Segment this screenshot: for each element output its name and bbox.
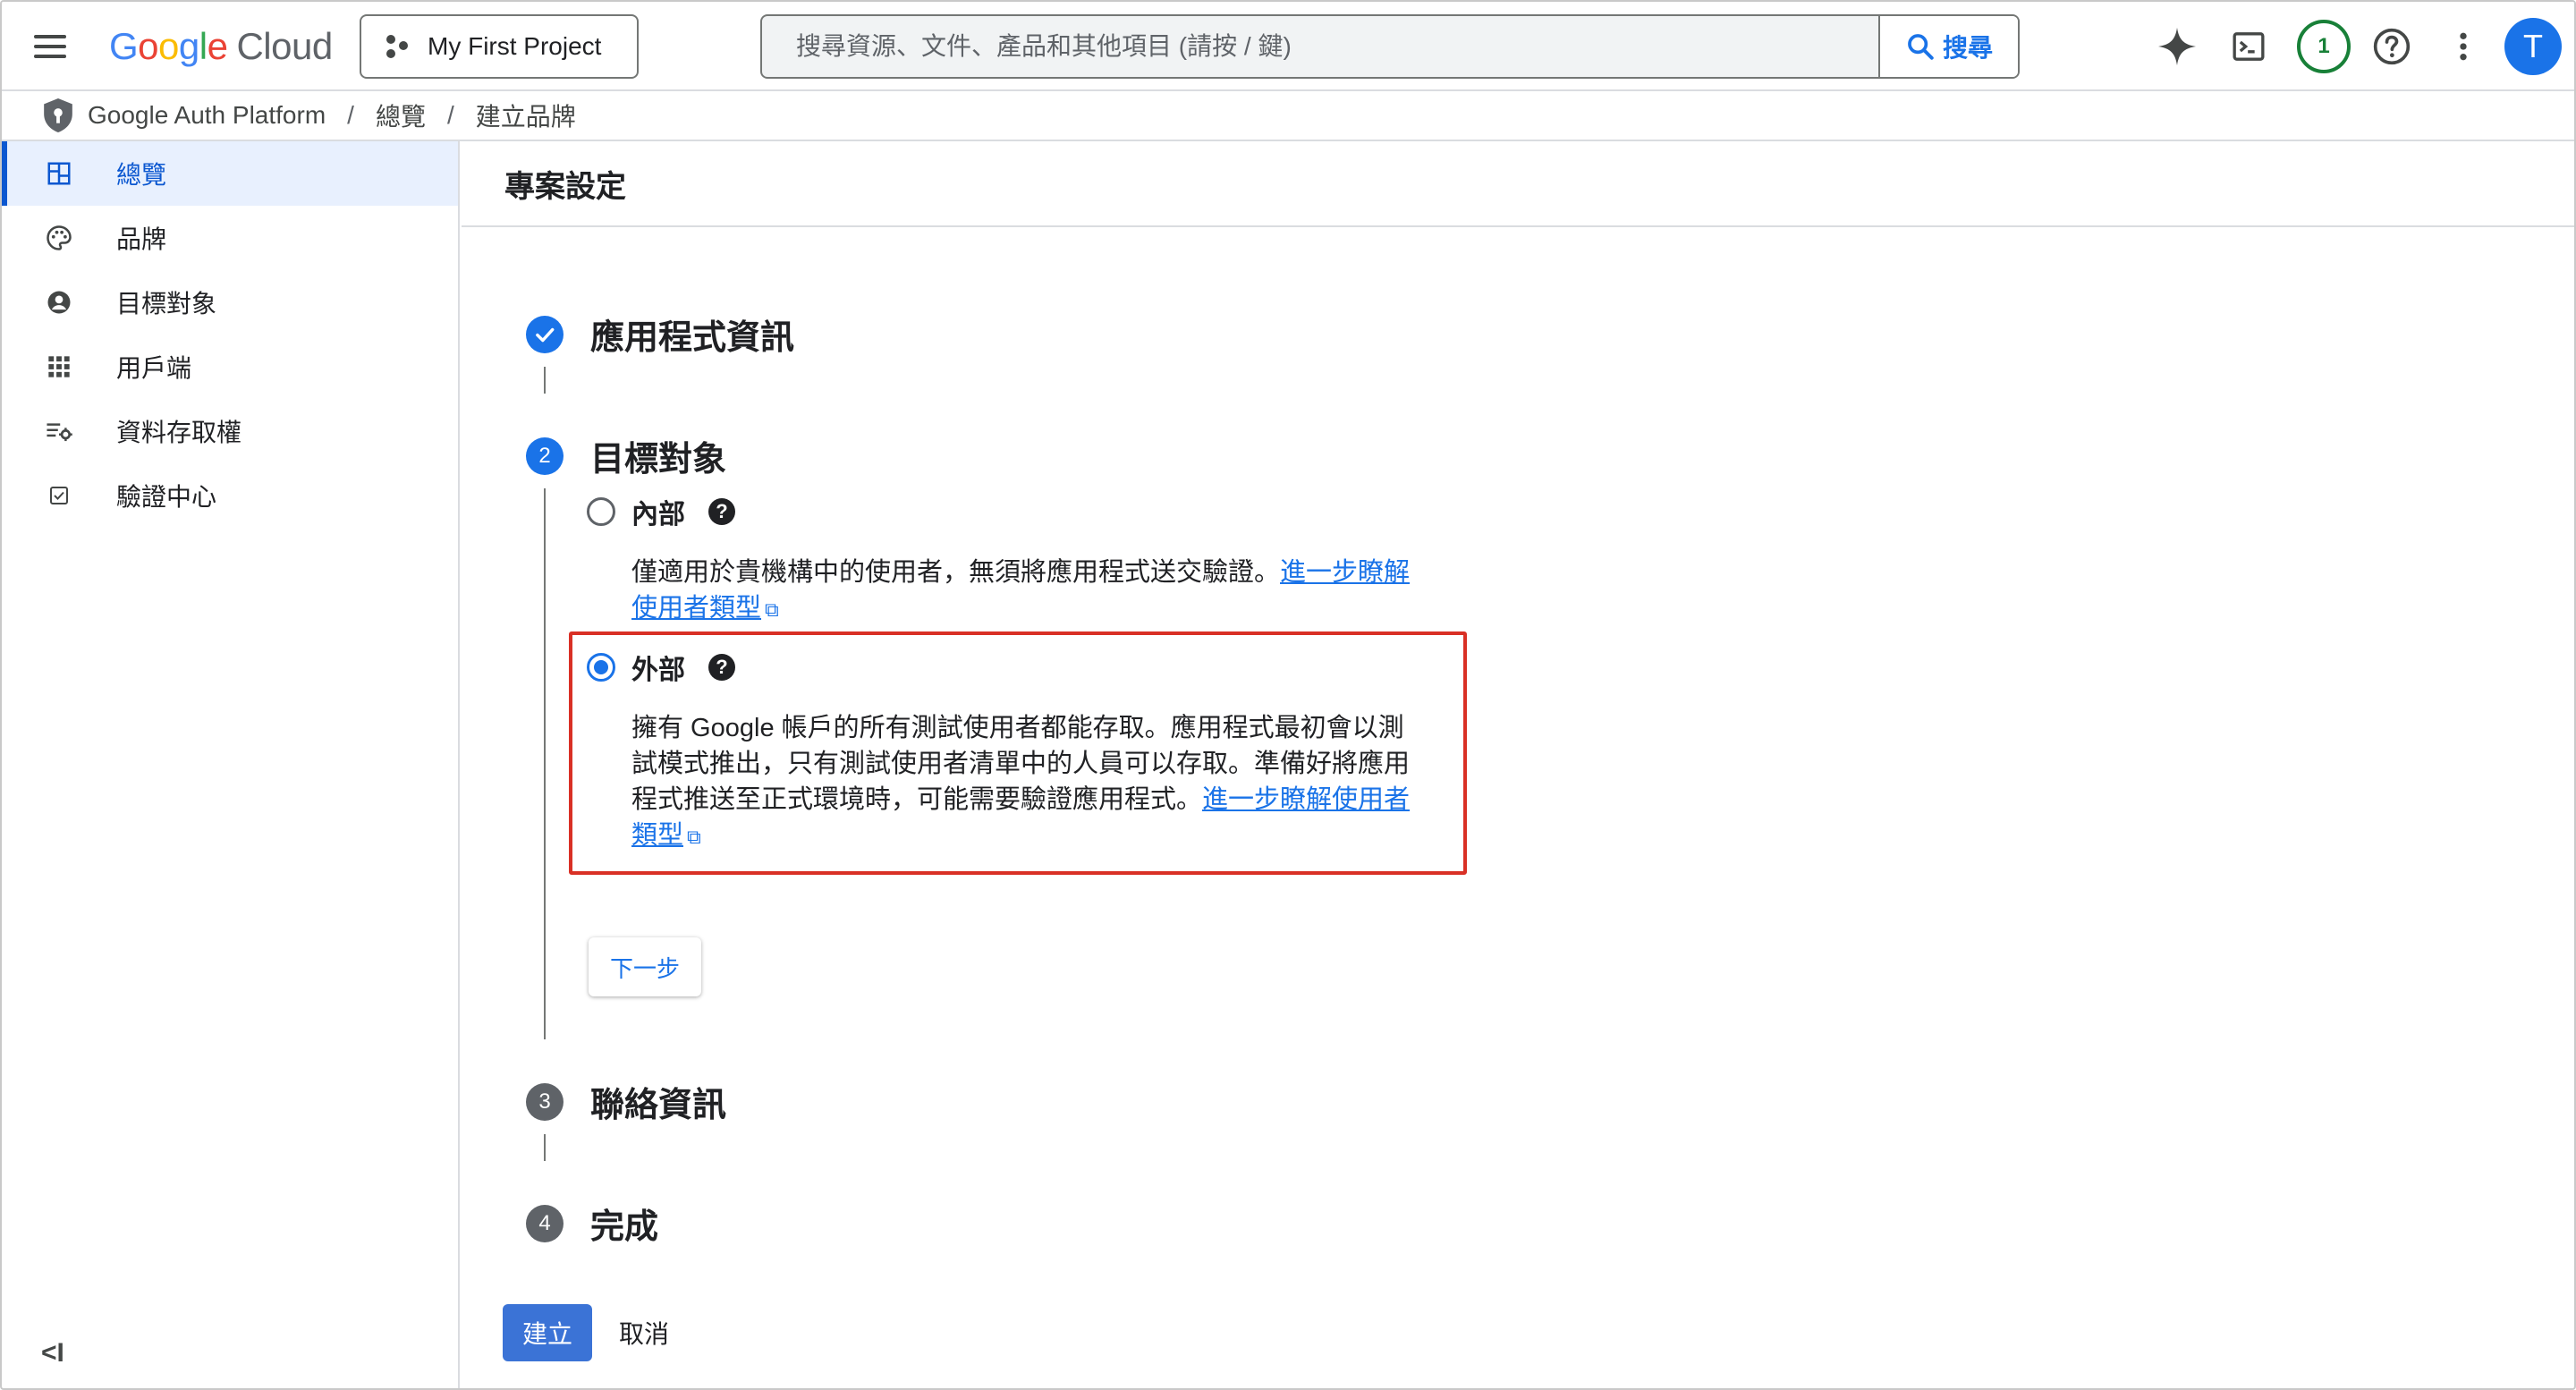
step-number-badge: 4: [526, 1204, 564, 1242]
apps-grid-icon: [45, 352, 73, 381]
sidebar-item-label: 驗證中心: [116, 483, 217, 511]
more-options-button[interactable]: [2435, 18, 2492, 75]
top-bar: GoogleCloud My First Project 搜尋 1: [2, 2, 2574, 91]
search-box: 搜尋: [760, 14, 2020, 79]
step-audience[interactable]: 2 目標對象: [526, 431, 726, 480]
help-button[interactable]: [2363, 18, 2420, 75]
step-title: 應用程式資訊: [590, 319, 795, 357]
sidebar-item-label: 用戶端: [116, 354, 192, 382]
palette-icon: [45, 224, 73, 252]
sidebar: 總覽 品牌 目標對象 用戶端 資料存取權 驗證中心 <I: [2, 141, 460, 1388]
stepper-connector: [544, 1134, 546, 1161]
logo-cloud-text: Cloud: [236, 25, 333, 67]
page-title: 專案設定: [504, 169, 626, 204]
audience-external-option[interactable]: 外部 ?: [587, 648, 735, 687]
data-settings-icon: [45, 417, 73, 445]
sidebar-item-label: 品牌: [116, 225, 167, 253]
google-cloud-logo[interactable]: Google Cloud: [109, 20, 333, 73]
audience-internal-option[interactable]: 內部 ?: [587, 492, 735, 531]
audience-external-description: 擁有 Google 帳戶的所有測試使用者都能存取。應用程式最初會以測 試模式推出…: [631, 710, 1436, 855]
logo-letter: l: [199, 25, 208, 67]
description-text: 擁有 Google 帳戶的所有測試使用者都能存取。應用程式最初會以測: [631, 714, 1404, 742]
step-contact-info[interactable]: 3 聯絡資訊: [526, 1077, 726, 1126]
gemini-button[interactable]: [2148, 18, 2206, 75]
radio-internal[interactable]: [587, 497, 615, 526]
logo-letter: G: [109, 25, 139, 67]
checkbox-icon: [45, 481, 73, 510]
sidebar-item-branding[interactable]: 品牌: [2, 206, 458, 270]
sidebar-item-label: 資料存取權: [116, 419, 242, 446]
learn-more-link[interactable]: 進一步瞭解使用者: [1202, 785, 1410, 814]
step-title: 目標對象: [590, 441, 727, 479]
sidebar-item-label: 總覽: [116, 161, 167, 189]
sidebar-item-label: 目標對象: [116, 290, 217, 318]
learn-more-link[interactable]: 進一步瞭解: [1280, 558, 1410, 587]
menu-icon[interactable]: [30, 25, 73, 68]
sidebar-item-data-access[interactable]: 資料存取權: [2, 399, 458, 463]
project-picker-button[interactable]: My First Project: [360, 14, 639, 79]
user-type-link[interactable]: 類型: [631, 821, 683, 850]
cloud-shell-button[interactable]: [2220, 18, 2277, 75]
user-type-link[interactable]: 使用者類型: [631, 594, 761, 623]
stepper-connector: [544, 488, 546, 1039]
radio-label: 內部: [631, 500, 685, 530]
next-button[interactable]: 下一步: [589, 937, 701, 996]
step-title: 完成: [590, 1208, 659, 1246]
description-text: 試模式推出，只有測試使用者清單中的人員可以存取。準備好將應用: [631, 750, 1411, 778]
notifications-button[interactable]: 1: [2295, 18, 2352, 75]
create-button[interactable]: 建立: [503, 1304, 592, 1361]
account-circle-icon: [45, 288, 73, 317]
account-button[interactable]: T: [2504, 18, 2562, 75]
step-number-badge: 3: [526, 1082, 564, 1121]
breadcrumb-separator: /: [347, 101, 354, 129]
help-icon[interactable]: ?: [708, 654, 735, 681]
terminal-icon: [2233, 32, 2265, 61]
radio-external[interactable]: [587, 653, 615, 682]
description-text: 僅適用於貴機構中的使用者，無須將應用程式送交驗證。: [631, 558, 1281, 587]
radio-label: 外部: [631, 656, 685, 685]
help-icon[interactable]: ?: [708, 498, 735, 525]
project-label: My First Project: [428, 32, 602, 60]
step-number-badge: 2: [526, 436, 564, 475]
step-done-check-icon: [526, 315, 564, 353]
breadcrumb-item[interactable]: Google Auth Platform: [88, 101, 326, 130]
search-button[interactable]: 搜尋: [1878, 16, 2018, 77]
stepper-connector: [544, 367, 546, 394]
notification-count-badge: 1: [2297, 20, 2351, 73]
sidebar-item-audience[interactable]: 目標對象: [2, 270, 458, 335]
step-title: 聯絡資訊: [590, 1087, 727, 1124]
external-link-icon: ⧉: [765, 598, 779, 621]
more-vert-icon: [2460, 32, 2467, 61]
audience-internal-description: 僅適用於貴機構中的使用者，無須將應用程式送交驗證。進一步瞭解使用者類型 ⧉: [631, 555, 1436, 628]
logo-letter: e: [207, 25, 228, 67]
collapse-sidebar-button[interactable]: <I: [41, 1338, 64, 1369]
app-window: GoogleCloud My First Project 搜尋 1: [0, 0, 2576, 1390]
search-input[interactable]: [762, 16, 1878, 77]
dashboard-icon: [45, 159, 73, 188]
search-icon: [1908, 34, 1934, 60]
external-link-icon: ⧉: [687, 826, 701, 848]
breadcrumb: Google Auth Platform / 總覽 / 建立品牌: [2, 91, 2574, 141]
sidebar-item-clients[interactable]: 用戶端: [2, 335, 458, 399]
sidebar-item-overview[interactable]: 總覽: [2, 141, 458, 206]
search-button-label: 搜尋: [1942, 34, 1993, 62]
logo-letter: g: [178, 25, 199, 67]
breadcrumb-current: 建立品牌: [475, 103, 576, 131]
description-text: 程式推送至正式環境時，可能需要驗證應用程式。: [631, 785, 1203, 814]
help-icon: [2373, 28, 2411, 65]
step-finish[interactable]: 4 完成: [526, 1199, 658, 1248]
avatar: T: [2504, 18, 2562, 75]
logo-letter: o: [158, 25, 179, 67]
gemini-spark-icon: [2157, 27, 2197, 66]
step-app-info[interactable]: 應用程式資訊: [526, 309, 794, 359]
page-header: 專案設定: [462, 141, 2574, 227]
sidebar-item-verification-center[interactable]: 驗證中心: [2, 463, 458, 528]
cancel-button[interactable]: 取消: [619, 1304, 669, 1361]
shield-keyhole-icon: [44, 98, 72, 132]
logo-letter: o: [138, 25, 159, 67]
project-dots-icon: [385, 33, 411, 60]
breadcrumb-separator: /: [446, 101, 454, 129]
breadcrumb-item[interactable]: 總覽: [376, 97, 426, 133]
